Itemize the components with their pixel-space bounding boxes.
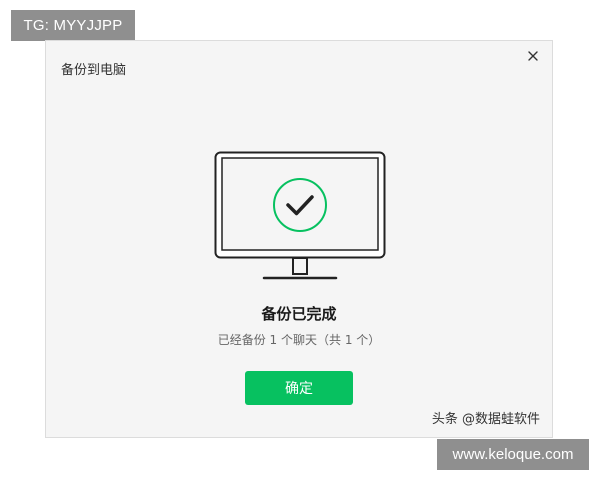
confirm-button[interactable]: 确定 <box>245 371 353 405</box>
close-button[interactable] <box>524 47 542 65</box>
monitor-icon <box>214 151 386 280</box>
site-watermark-badge: www.keloque.com <box>437 439 589 470</box>
tg-watermark-badge: TG: MYYJJPP <box>11 10 135 41</box>
backup-dialog: 备份到电脑 备份已完成 已经备份 1 个聊天（共 1 个） 确定 头条 @数据蛙… <box>45 40 553 438</box>
status-title: 备份已完成 <box>261 305 337 323</box>
dialog-title: 备份到电脑 <box>61 63 127 78</box>
status-detail: 已经备份 1 个聊天（共 1 个） <box>217 333 381 347</box>
close-icon <box>528 51 538 61</box>
toutiao-watermark: 头条 @数据蛙软件 <box>431 412 540 427</box>
